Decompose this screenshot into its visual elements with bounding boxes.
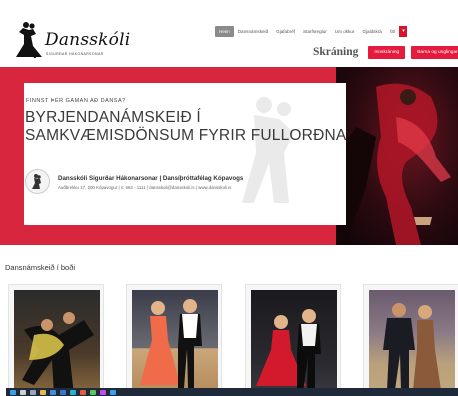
login-button[interactable]: Innskráning: [368, 45, 406, 59]
dancer-silhouette-icon: [336, 83, 451, 245]
windows-icon[interactable]: [10, 389, 16, 395]
hero-card: [24, 83, 346, 225]
browser-icon[interactable]: [70, 389, 76, 395]
hero-eyebrow: FINNST ÞÉR GAMAN AÐ DANSA?: [26, 98, 126, 104]
windows-taskbar: [6, 388, 458, 396]
hero-dancer-photo: [336, 67, 458, 245]
course-card-1[interactable]: [8, 284, 104, 394]
registration-title: Skráning: [313, 46, 359, 58]
store-icon[interactable]: [50, 389, 56, 395]
app-icon[interactable]: [110, 389, 116, 395]
course-image-children-red: [251, 290, 337, 393]
course-card-2[interactable]: [126, 284, 222, 394]
school-name: Dansskóli Sigurðar Hákonarsonar | Dansíþ…: [58, 175, 244, 182]
app-icon[interactable]: [80, 389, 86, 395]
courses-section-title: Dansnámskeið í boði: [5, 263, 76, 272]
taskview-icon[interactable]: [30, 389, 36, 395]
app-icon[interactable]: [90, 389, 96, 395]
school-address: Auðbrekku 17, 200 Kópavogur | s: 564 - 1…: [58, 185, 232, 190]
logo-wordmark: Dansskóli: [45, 30, 131, 50]
app-icon[interactable]: [100, 389, 106, 395]
nav-item-courses[interactable]: Dansnámskeið: [234, 26, 272, 37]
course-image-adults: [369, 290, 455, 393]
nav-item-isi[interactable]: ÍSÍ: [386, 26, 400, 37]
mail-icon[interactable]: [60, 389, 66, 395]
hero-banner: FINNST ÞÉR GAMAN AÐ DANSA? BYRJENDANÁMSK…: [0, 67, 458, 245]
site-header: Dansskóli SIGURÐAR HÁKONARSONAR Heim Dan…: [0, 0, 458, 66]
course-card-3[interactable]: [245, 284, 341, 394]
nav-item-about[interactable]: Um okkur: [331, 26, 359, 37]
nav-item-gift-cards[interactable]: Gjafabréf: [272, 26, 299, 37]
kids-registration-button[interactable]: Barna og unglingar: [411, 45, 458, 59]
nav-item-home[interactable]: Heim: [215, 25, 234, 37]
hero-headline: BYRJENDANÁMSKEIÐ Í SAMKVÆMISDÖNSUM FYRIR…: [25, 109, 346, 144]
hero-headline-line-1: BYRJENDANÁMSKEIÐ Í: [25, 109, 201, 126]
hero-headline-line-2: SAMKVÆMISDÖNSUM FYRIR FULLORÐNA: [25, 126, 347, 144]
nav-item-prices[interactable]: Gjaldskrá: [358, 26, 385, 37]
explorer-icon[interactable]: [40, 389, 46, 395]
main-nav: Heim Dansnámskeið Gjafabréf Starfsreglur…: [215, 24, 408, 38]
course-card-4[interactable]: [363, 284, 458, 394]
course-image-competition: [14, 290, 100, 393]
school-emblem-icon: [25, 169, 50, 194]
logo-subtitle: SIGURÐAR HÁKONARSONAR: [46, 52, 104, 56]
dancers-logo-icon: [16, 22, 42, 58]
site-logo[interactable]: Dansskóli SIGURÐAR HÁKONARSONAR: [12, 20, 130, 64]
nav-item-rules[interactable]: Starfsreglur: [299, 26, 331, 37]
registration-bar: Skráning Innskráning Barna og unglingar: [313, 45, 458, 59]
search-icon[interactable]: [20, 389, 26, 395]
chevron-down-icon[interactable]: ▾: [399, 25, 408, 37]
course-image-children-pink: [132, 290, 218, 393]
